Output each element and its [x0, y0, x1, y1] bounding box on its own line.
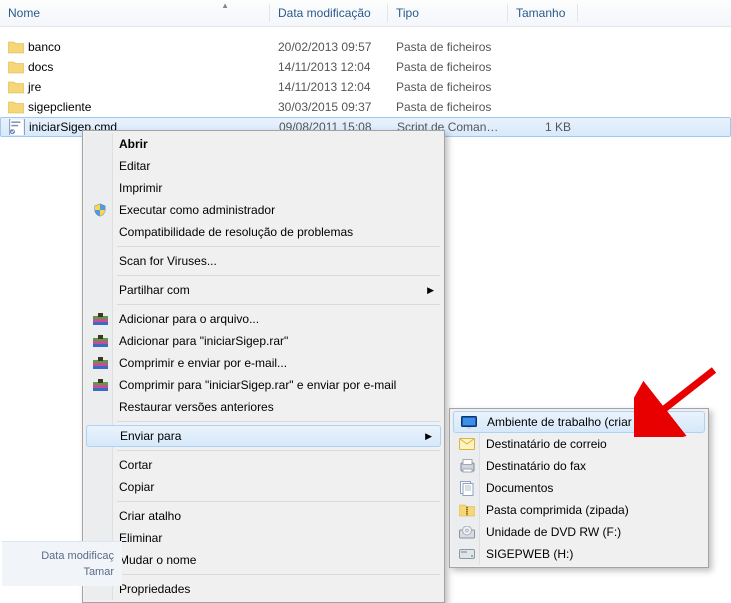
menu-print[interactable]: Imprimir	[85, 177, 442, 199]
cmd-file-icon	[9, 119, 25, 135]
menu-share[interactable]: Partilhar com▶	[85, 279, 442, 301]
file-type: Pasta de ficheiros	[388, 100, 508, 114]
menu-copy[interactable]: Copiar	[85, 476, 442, 498]
fax-icon	[458, 457, 476, 475]
menu-rar-add-archive[interactable]: Adicionar para o arquivo...	[85, 308, 442, 330]
submenu-arrow-icon: ▶	[425, 431, 432, 442]
menu-rar-compress-named-mail[interactable]: Comprimir para "iniciarSigep.rar" e envi…	[85, 374, 442, 396]
folder-icon	[8, 79, 24, 95]
sendto-desktop[interactable]: Ambiente de trabalho (criar atalho)	[453, 411, 705, 433]
file-name: sigepcliente	[28, 100, 91, 114]
column-label: Nome	[8, 6, 40, 20]
menu-edit[interactable]: Editar	[85, 155, 442, 177]
file-type: Pasta de ficheiros	[388, 60, 508, 74]
file-date: 20/02/2013 09:57	[270, 40, 388, 54]
menu-restore-versions[interactable]: Restaurar versões anteriores	[85, 396, 442, 418]
winrar-icon	[91, 310, 109, 328]
dvd-drive-icon	[458, 523, 476, 541]
menu-cut[interactable]: Cortar	[85, 454, 442, 476]
list-item[interactable]: sigepcliente 30/03/2015 09:37 Pasta de f…	[0, 97, 731, 117]
menu-properties[interactable]: Propriedades	[85, 578, 442, 600]
sendto-submenu: Ambiente de trabalho (criar atalho) Dest…	[449, 408, 709, 568]
list-item[interactable]: jre 14/11/2013 12:04 Pasta de ficheiros	[0, 77, 731, 97]
status-line: Tamar	[10, 564, 114, 580]
file-name: banco	[28, 40, 61, 54]
menu-delete[interactable]: Eliminar	[85, 527, 442, 549]
file-date: 30/03/2015 09:37	[270, 100, 388, 114]
menu-send-to[interactable]: Enviar para▶	[86, 425, 441, 447]
file-date: 14/11/2013 12:04	[270, 60, 388, 74]
column-header-name[interactable]: Nome ▲	[0, 4, 270, 22]
column-header-date[interactable]: Data modificação	[270, 4, 388, 22]
file-date: 14/11/2013 12:04	[270, 80, 388, 94]
menu-scan[interactable]: Scan for Viruses...	[85, 250, 442, 272]
documents-icon	[458, 479, 476, 497]
drive-icon	[458, 545, 476, 563]
winrar-icon	[91, 376, 109, 394]
menu-rar-compress-mail[interactable]: Comprimir e enviar por e-mail...	[85, 352, 442, 374]
file-name: jre	[28, 80, 41, 94]
sendto-sigepweb[interactable]: SIGEPWEB (H:)	[452, 543, 706, 565]
sendto-zip[interactable]: Pasta comprimida (zipada)	[452, 499, 706, 521]
folder-icon	[8, 39, 24, 55]
desktop-icon	[460, 413, 478, 431]
menu-rename[interactable]: Mudar o nome	[85, 549, 442, 571]
sort-asc-icon: ▲	[221, 1, 229, 10]
file-type: Pasta de ficheiros	[388, 40, 508, 54]
folder-icon	[8, 59, 24, 75]
menu-create-shortcut[interactable]: Criar atalho	[85, 505, 442, 527]
column-header-type[interactable]: Tipo	[388, 4, 508, 22]
winrar-icon	[91, 332, 109, 350]
file-size: 1 KB	[509, 120, 579, 134]
list-item[interactable]: banco 20/02/2013 09:57 Pasta de ficheiro…	[0, 37, 731, 57]
sendto-dvd[interactable]: Unidade de DVD RW (F:)	[452, 521, 706, 543]
folder-icon	[8, 99, 24, 115]
menu-open[interactable]: Abrir	[85, 133, 442, 155]
file-list: banco 20/02/2013 09:57 Pasta de ficheiro…	[0, 27, 731, 137]
shield-icon	[91, 201, 109, 219]
sendto-documents[interactable]: Documentos	[452, 477, 706, 499]
sendto-fax[interactable]: Destinatário do fax	[452, 455, 706, 477]
list-item[interactable]: docs 14/11/2013 12:04 Pasta de ficheiros	[0, 57, 731, 77]
file-type: Pasta de ficheiros	[388, 80, 508, 94]
menu-compat[interactable]: Compatibilidade de resolução de problema…	[85, 221, 442, 243]
zip-folder-icon	[458, 501, 476, 519]
submenu-arrow-icon: ▶	[427, 285, 434, 296]
sendto-mail[interactable]: Destinatário de correio	[452, 433, 706, 455]
mail-icon	[458, 435, 476, 453]
status-bar: Data modificaç Tamar	[2, 541, 122, 586]
status-line: Data modificaç	[10, 548, 114, 564]
menu-run-admin[interactable]: Executar como administrador	[85, 199, 442, 221]
winrar-icon	[91, 354, 109, 372]
file-name: docs	[28, 60, 53, 74]
context-menu: Abrir Editar Imprimir Executar como admi…	[82, 130, 445, 603]
menu-rar-add-named[interactable]: Adicionar para "iniciarSigep.rar"	[85, 330, 442, 352]
column-header-size[interactable]: Tamanho	[508, 4, 578, 22]
